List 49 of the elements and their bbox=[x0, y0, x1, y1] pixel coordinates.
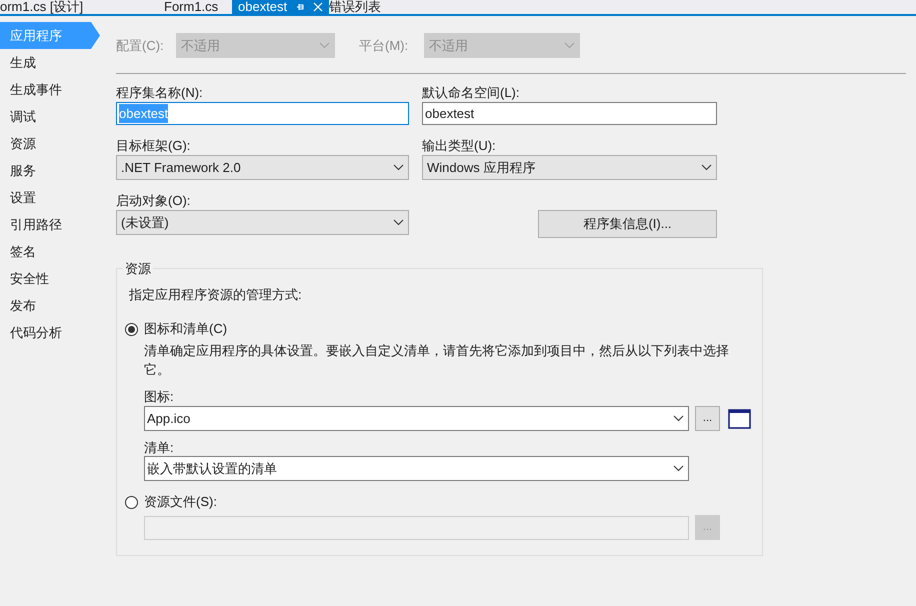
description-text: 指定应用程序资源的管理方式: bbox=[129, 286, 303, 304]
browse-button[interactable]: ... bbox=[695, 406, 720, 431]
radio-label[interactable]: 图标和清单(C) bbox=[144, 319, 228, 339]
field-label: 清单: bbox=[144, 439, 175, 456]
sidebar-item[interactable]: 服务 bbox=[0, 157, 100, 184]
manifest-note: 清单确定应用程序的具体设置。要嵌入自定义清单，请首先将它添加到项目中，然后从以下列表中选择它。 bbox=[144, 342, 730, 379]
field-label: 图标: bbox=[144, 388, 175, 406]
chevron-down-icon bbox=[673, 415, 686, 422]
close-icon[interactable] bbox=[313, 2, 324, 12]
chevron-down-icon bbox=[319, 42, 330, 49]
document-tab[interactable]: obextest bbox=[232, 0, 330, 14]
document-tab[interactable]: 错误列表 bbox=[329, 0, 430, 14]
field-label: 默认命名空间(L): bbox=[422, 84, 520, 102]
radio-button[interactable] bbox=[125, 322, 138, 336]
chevron-down-icon bbox=[564, 42, 575, 49]
chevron-down-icon bbox=[393, 219, 404, 226]
sidebar-item[interactable]: 生成 bbox=[0, 49, 100, 76]
sidebar-item[interactable]: 资源 bbox=[0, 130, 100, 157]
document-tab[interactable]: orm1.cs [设计] bbox=[0, 0, 132, 14]
field-label: 输出类型(U): bbox=[422, 137, 497, 155]
field-label: 配置(C): bbox=[116, 36, 165, 55]
text-field[interactable]: obextest bbox=[422, 102, 717, 125]
sidebar-item[interactable]: 安全性 bbox=[0, 265, 100, 292]
sidebar-item[interactable]: 引用路径 bbox=[0, 211, 100, 238]
sidebar-item[interactable]: 调试 bbox=[0, 103, 100, 130]
pin-icon[interactable] bbox=[295, 2, 306, 12]
startup-dropdown[interactable]: (未设置) bbox=[116, 210, 409, 235]
assembly-info-button[interactable]: 程序集信息(I)... bbox=[538, 210, 717, 238]
field-label: 平台(M): bbox=[359, 36, 410, 55]
icon-dropdown[interactable]: App.ico bbox=[144, 406, 689, 431]
sidebar-item[interactable]: 签名 bbox=[0, 238, 100, 265]
chevron-down-icon bbox=[701, 164, 712, 171]
output-type-dropdown[interactable]: Windows 应用程序 bbox=[422, 155, 717, 180]
field-label: 程序集名称(N): bbox=[116, 84, 204, 102]
sidebar-item[interactable]: 发布 bbox=[0, 292, 100, 319]
sidebar-item[interactable]: 设置 bbox=[0, 184, 100, 211]
document-tab[interactable]: Form1.cs bbox=[132, 0, 232, 14]
radio-label[interactable]: 资源文件(S): bbox=[144, 492, 217, 512]
framework-dropdown[interactable]: .NET Framework 2.0 bbox=[116, 155, 409, 180]
radio-button[interactable] bbox=[125, 496, 138, 508]
resource-file-field[interactable] bbox=[144, 516, 689, 540]
chevron-down-icon bbox=[393, 164, 404, 171]
sidebar-item[interactable]: 生成事件 bbox=[0, 76, 100, 103]
chevron-down-icon bbox=[673, 465, 686, 472]
field-label: 启动对象(O): bbox=[116, 192, 192, 210]
manifest-dropdown[interactable]: 嵌入带默认设置的清单 bbox=[144, 456, 689, 481]
field-label: 目标框架(G): bbox=[116, 137, 192, 155]
window-icon bbox=[728, 408, 751, 428]
sidebar-item[interactable]: 代码分析 bbox=[0, 319, 100, 346]
